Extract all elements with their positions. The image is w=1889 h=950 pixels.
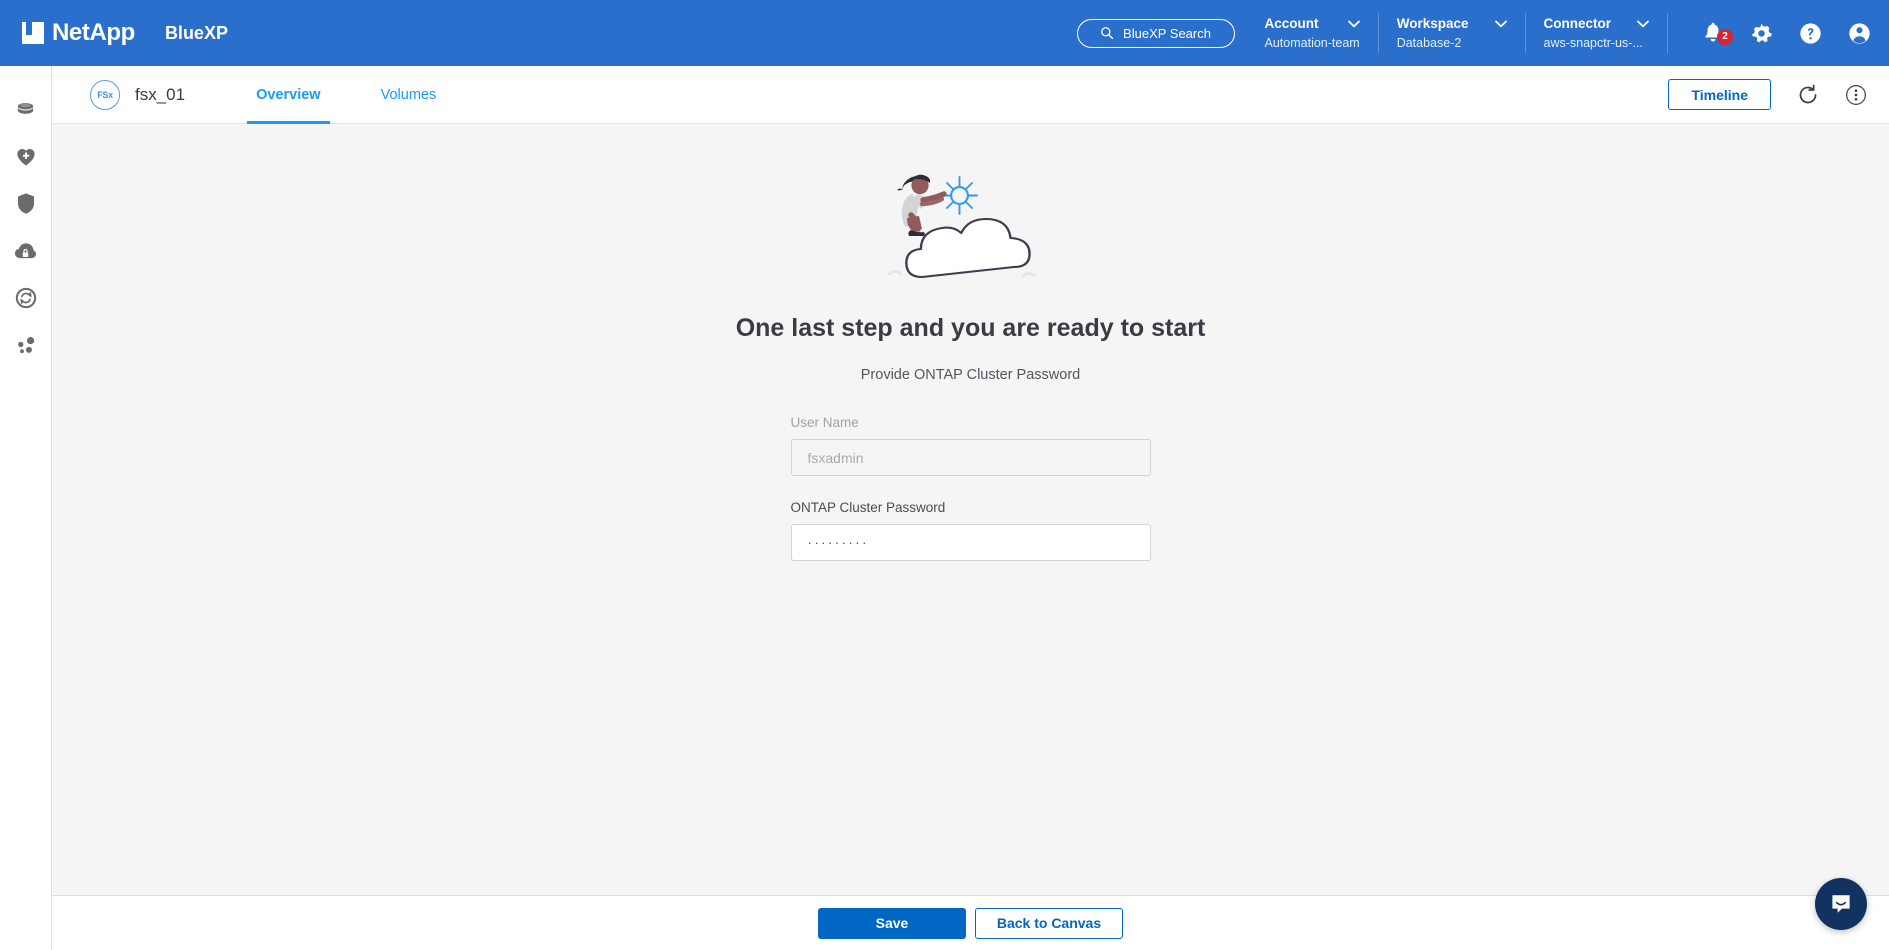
nodes-icon (17, 336, 34, 353)
sidebar-item-mobility[interactable] (0, 274, 52, 321)
connector-selector-value: aws-snapctr-us-... (1543, 36, 1643, 50)
hero-illustration-container (52, 156, 1889, 288)
bluexp-search-button[interactable]: BlueXP Search (1076, 18, 1235, 48)
working-environment-header: FSx fsx_01 Overview Volumes Timeline (52, 66, 1889, 124)
chat-bubble-icon (1832, 895, 1850, 913)
account-selector-label: Account (1264, 16, 1319, 31)
chevron-down-icon (1347, 20, 1360, 27)
save-button[interactable]: Save (818, 907, 966, 939)
gear-icon (1751, 23, 1772, 42)
chat-support-button[interactable] (1815, 878, 1867, 930)
connector-selector-label: Connector (1543, 16, 1612, 31)
password-label: ONTAP Cluster Password (790, 500, 946, 515)
chevron-down-icon (1494, 20, 1507, 27)
tab-bar: Overview Volumes (247, 66, 487, 124)
action-footer: Save Back to Canvas (52, 895, 1889, 950)
brand-area: NetApp BlueXP (0, 19, 228, 47)
top-header-bar: NetApp BlueXP BlueXP Search Account Auto… (0, 0, 1889, 66)
header-right-cluster: BlueXP Search Account Automation-team Wo… (1076, 0, 1889, 66)
sidebar-item-health[interactable] (0, 133, 52, 180)
refresh-button[interactable] (1797, 84, 1819, 106)
credentials-form: User Name fsxadmin ONTAP Cluster Passwor… (790, 415, 1151, 561)
shield-icon (17, 193, 34, 214)
workspace-selector[interactable]: Workspace Database-2 (1397, 13, 1526, 53)
working-environment-actions: Timeline (1668, 79, 1889, 110)
user-account-button[interactable] (1848, 22, 1871, 45)
storage-stack-icon (17, 102, 34, 114)
search-icon (1101, 27, 1114, 40)
sync-circle-icon (15, 287, 36, 308)
connector-selector[interactable]: Connector aws-snapctr-us-... (1543, 13, 1668, 53)
tab-volumes[interactable]: Volumes (372, 66, 446, 124)
bluexp-wordmark: BlueXP (164, 22, 228, 43)
account-selector-value: Automation-team (1264, 36, 1360, 50)
sidebar-item-protection[interactable] (0, 180, 52, 227)
password-input[interactable]: ········· (790, 524, 1151, 561)
netapp-logo-mark-icon (22, 22, 44, 44)
account-selector[interactable]: Account Automation-team (1265, 13, 1379, 53)
workspace-selector-value: Database-2 (1396, 36, 1462, 50)
netapp-wordmark: NetApp (52, 19, 135, 46)
page-title: One last step and you are ready to start (735, 314, 1206, 342)
bluexp-search-label: BlueXP Search (1123, 25, 1211, 41)
help-icon (1800, 22, 1821, 44)
settings-button[interactable] (1750, 22, 1773, 45)
more-vertical-icon (1846, 84, 1866, 105)
user-avatar-icon (1849, 22, 1870, 44)
notification-count-badge: 2 (1717, 28, 1733, 45)
username-input[interactable]: fsxadmin (790, 439, 1151, 476)
password-field-group: ONTAP Cluster Password ········· (790, 500, 1151, 561)
username-field-group: User Name fsxadmin (790, 415, 1151, 476)
header-icon-group: 2 (1702, 22, 1871, 45)
heart-plus-icon (16, 148, 35, 165)
person-on-cloud-illustration (887, 174, 1036, 279)
notifications-button[interactable]: 2 (1702, 22, 1733, 45)
more-actions-button[interactable] (1845, 84, 1867, 106)
workspace-selector-label: Workspace (1396, 16, 1469, 31)
main-content-area: One last step and you are ready to start… (52, 124, 1889, 895)
cloud-lock-icon (14, 242, 37, 258)
chevron-down-icon (1637, 20, 1649, 27)
help-button[interactable] (1799, 22, 1822, 45)
tab-overview[interactable]: Overview (247, 66, 330, 124)
netapp-logo[interactable]: NetApp (22, 19, 135, 47)
sidebar-item-canvas[interactable] (0, 86, 52, 133)
working-environment-name: fsx_01 (135, 84, 186, 104)
back-to-canvas-button[interactable]: Back to Canvas (975, 907, 1123, 939)
username-label: User Name (790, 415, 859, 430)
page-subtitle: Provide ONTAP Cluster Password (860, 367, 1081, 383)
left-sidebar (0, 66, 52, 950)
fsx-environment-icon: FSx (90, 79, 120, 110)
timeline-button[interactable]: Timeline (1668, 79, 1771, 110)
refresh-icon (1799, 84, 1817, 103)
sidebar-item-governance[interactable] (0, 227, 52, 274)
sidebar-item-extensions[interactable] (0, 321, 52, 368)
